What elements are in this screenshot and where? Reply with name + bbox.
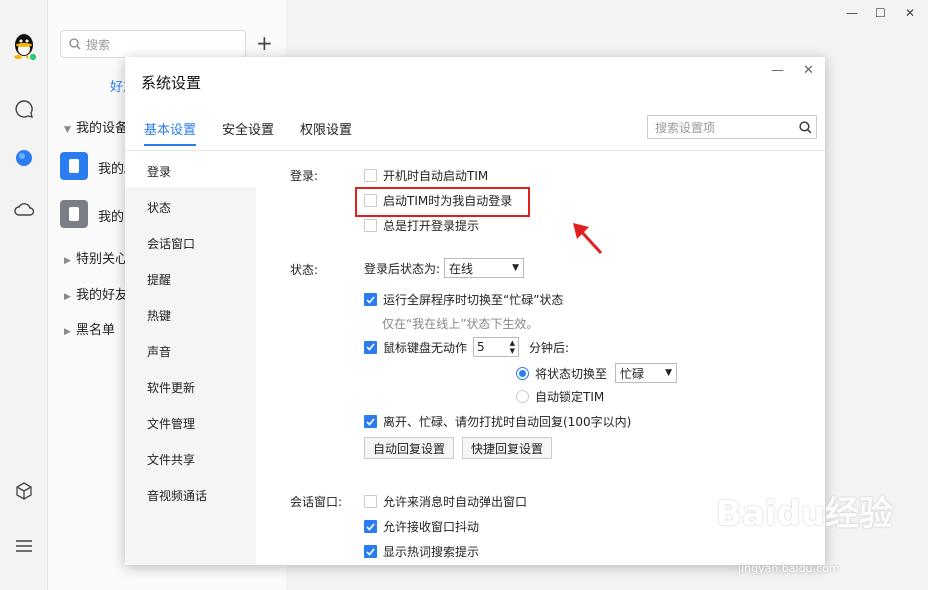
idle-suffix: 分钟后:: [529, 340, 570, 355]
switch-status-select[interactable]: 忙碌 ▼: [615, 363, 678, 383]
nav-file-manage[interactable]: 文件管理: [147, 415, 195, 432]
phone-icon: [60, 152, 88, 180]
highlight-box: [355, 187, 530, 217]
settings-search-input[interactable]: 搜索设置项: [647, 115, 817, 139]
nav-status[interactable]: 状态: [147, 199, 171, 216]
after-login-label: 登录后状态为:: [364, 261, 441, 276]
search-icon[interactable]: [799, 120, 812, 134]
idle-checkbox[interactable]: [364, 340, 377, 354]
auto-lock-radio[interactable]: [516, 390, 529, 403]
auto-reply-label: 离开、忙碌、请勿打扰时自动回复(100字以内): [383, 415, 632, 429]
settings-search-placeholder: 搜索设置项: [655, 120, 716, 135]
search-icon: [69, 38, 81, 50]
tab-security[interactable]: 安全设置: [222, 119, 274, 146]
login-prompt-option[interactable]: 总是打开登录提示: [364, 217, 479, 234]
settings-tabs: 基本设置 安全设置 权限设置: [144, 119, 378, 146]
close-icon[interactable]: ✕: [905, 6, 915, 20]
fullscreen-busy-label: 运行全屏程序时切换至“忙碌”状态: [383, 293, 564, 307]
maximize-icon[interactable]: ☐: [875, 6, 886, 20]
switch-status-label: 将状态切换至: [535, 366, 608, 381]
cloud-icon[interactable]: [11, 196, 37, 222]
auto-popup-option[interactable]: 允许来消息时自动弹出窗口: [364, 493, 527, 510]
auto-start-label: 开机时自动启动TIM: [383, 169, 489, 183]
window-shake-checkbox[interactable]: [364, 520, 377, 533]
window-shake-option[interactable]: 允许接收窗口抖动: [364, 518, 479, 535]
watermark-logo: Baidu经验: [716, 494, 894, 534]
login-section-label: 登录:: [290, 169, 319, 183]
dialog-close-icon[interactable]: ✕: [803, 63, 814, 78]
search-placeholder: 搜索: [86, 37, 111, 52]
fullscreen-busy-checkbox[interactable]: [364, 293, 377, 306]
watermark-url: jingyan.baidu.com: [738, 562, 840, 575]
switch-status-value: 忙碌: [620, 366, 645, 381]
login-prompt-label: 总是打开登录提示: [383, 219, 480, 233]
switch-status-radio[interactable]: [516, 366, 529, 380]
chevron-down-icon: ▼: [512, 263, 520, 273]
add-icon[interactable]: +: [256, 32, 273, 54]
group-special[interactable]: ▶ 特别关心: [64, 248, 128, 267]
contacts-search-input[interactable]: 搜索: [60, 30, 246, 58]
nav-av-call[interactable]: 音视频通话: [147, 487, 207, 504]
after-login-status-value: 在线: [449, 261, 474, 276]
status-section-label: 状态:: [290, 263, 319, 277]
after-login-status-row: 登录后状态为: 在线 ▼: [364, 258, 525, 278]
tablet-icon: [60, 200, 88, 228]
auto-lock-option[interactable]: 自动锁定TIM: [516, 388, 604, 405]
fullscreen-busy-option[interactable]: 运行全屏程序时切换至“忙碌”状态: [364, 291, 563, 308]
auto-lock-label: 自动锁定TIM: [535, 390, 605, 404]
login-prompt-checkbox[interactable]: [364, 219, 377, 232]
tab-basic[interactable]: 基本设置: [144, 119, 197, 146]
auto-start-option[interactable]: 开机时自动启动TIM: [364, 167, 488, 184]
contacts-icon[interactable]: [11, 145, 37, 171]
idle-label: 鼠标键盘无动作: [383, 340, 468, 355]
quick-reply-settings-button[interactable]: 快捷回复设置: [462, 437, 552, 459]
auto-popup-checkbox[interactable]: [364, 495, 377, 508]
group-friends[interactable]: ▶ 我的好友: [64, 284, 128, 303]
nav-update[interactable]: 软件更新: [147, 379, 195, 396]
qq-avatar-icon[interactable]: [11, 34, 37, 61]
switch-status-option[interactable]: 将状态切换至 忙碌 ▼: [516, 363, 678, 383]
minimize-icon[interactable]: —: [846, 6, 858, 20]
idle-option[interactable]: 鼠标键盘无动作 5 ▲ ▼ 分钟后:: [364, 337, 569, 357]
chevron-down-icon: ▼: [665, 368, 673, 378]
window-shake-label: 允许接收窗口抖动: [383, 520, 480, 534]
hotword-label: 显示热词搜索提示: [383, 545, 480, 559]
nav-login[interactable]: 登录: [147, 163, 171, 180]
after-login-status-select[interactable]: 在线 ▼: [444, 258, 525, 278]
cube-icon[interactable]: [11, 478, 37, 504]
auto-start-checkbox[interactable]: [364, 169, 377, 182]
menu-icon[interactable]: [11, 533, 37, 559]
message-icon[interactable]: [11, 96, 37, 122]
nav-reminder[interactable]: 提醒: [147, 271, 171, 288]
nav-session[interactable]: 会话窗口: [147, 235, 195, 252]
idle-minutes-stepper[interactable]: 5 ▲ ▼: [473, 337, 520, 357]
auto-reply-settings-button[interactable]: 自动回复设置: [364, 437, 454, 459]
nav-selected-bg: [125, 151, 256, 187]
idle-minutes-value: 5: [477, 340, 485, 354]
hotword-option[interactable]: 显示热词搜索提示: [364, 543, 479, 560]
dialog-minimize-icon[interactable]: —: [771, 63, 784, 78]
session-section-label: 会话窗口:: [290, 495, 343, 509]
nav-sound[interactable]: 声音: [147, 343, 171, 360]
dialog-title: 系统设置: [141, 74, 202, 92]
red-arrow-icon: [573, 223, 603, 255]
left-rail: [0, 0, 48, 590]
group-blacklist[interactable]: ▶ 黑名单: [64, 319, 115, 338]
settings-nav: 登录 状态 会话窗口 提醒 热键 声音 软件更新 文件管理 文件共享 音视频通话: [125, 151, 256, 565]
stepper-arrows-icon[interactable]: ▲ ▼: [510, 339, 515, 355]
auto-reply-option[interactable]: 离开、忙碌、请勿打扰时自动回复(100字以内): [364, 413, 631, 430]
auto-popup-label: 允许来消息时自动弹出窗口: [383, 495, 528, 509]
tab-permission[interactable]: 权限设置: [300, 119, 352, 146]
nav-hotkey[interactable]: 热键: [147, 307, 171, 324]
hotword-checkbox[interactable]: [364, 545, 377, 558]
fullscreen-hint: 仅在“我在线上”状态下生效。: [382, 317, 539, 331]
auto-reply-checkbox[interactable]: [364, 415, 377, 428]
nav-file-share[interactable]: 文件共享: [147, 451, 195, 468]
group-my-devices[interactable]: ▼ 我的设备: [64, 117, 128, 136]
